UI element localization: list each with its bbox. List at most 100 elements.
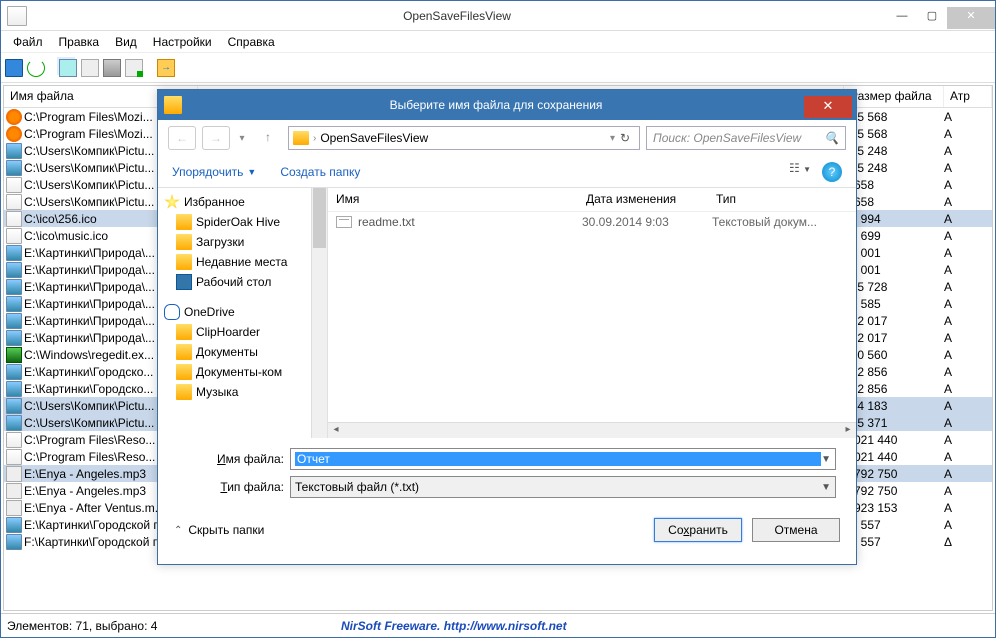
menu-file[interactable]: Файл [5,33,51,51]
help-button[interactable]: ? [822,162,842,182]
text-file-icon [336,216,352,228]
folder-icon [176,234,192,250]
nirsoft-link[interactable]: NirSoft Freeware. http://www.nirsoft.net [341,619,567,633]
cancel-button[interactable]: Отмена [752,518,840,542]
nav-recent-dropdown[interactable]: ▾ [236,133,248,144]
nav-back-button[interactable]: ← [168,126,196,150]
tree-item[interactable]: Документы [158,342,327,362]
file-size: 275 568 [844,127,944,141]
file-list-hscrollbar[interactable]: ◂ ▸ [328,422,856,438]
file-attr: A [944,195,992,209]
file-attr: A [944,110,992,124]
dialog-icon [164,96,182,114]
flcol-type[interactable]: Тип [708,188,744,211]
dialog-titlebar[interactable]: Выберите имя файла для сохранения ✕ [158,90,856,120]
tree-item[interactable]: Рабочий стол [158,272,327,292]
organize-dropdown-icon[interactable]: ▼ [247,167,256,177]
options-icon[interactable] [125,59,143,77]
file-size: 1 021 440 [844,450,944,464]
filetype-select[interactable]: Текстовый файл (*.txt) ▼ [290,476,836,498]
search-input[interactable]: Поиск: OpenSaveFilesView 🔍 [646,126,846,150]
search-placeholder: Поиск: OpenSaveFilesView [653,131,801,145]
file-size: 122 856 [844,365,944,379]
file-attr: A [944,467,992,481]
file-list[interactable]: Имя Дата изменения Тип readme.txt 30.09.… [328,188,856,438]
file-icon [6,126,22,142]
tree-item[interactable]: Загрузки [158,232,327,252]
search-icon[interactable]: 🔍 [824,131,839,145]
view-mode-button[interactable]: ☷ ▼ [788,161,812,183]
save-button[interactable]: Сохранить [654,518,742,542]
status-label: Элементов: 71, выбрано: 4 [7,619,157,633]
breadcrumb-segment[interactable]: OpenSaveFilesView [316,131,432,145]
tree-item[interactable]: Недавние места [158,252,327,272]
menu-view[interactable]: Вид [107,33,145,51]
breadcrumb[interactable]: › OpenSaveFilesView ▾ ↻ [288,126,640,150]
flcol-name[interactable]: Имя [328,188,578,211]
new-folder-button[interactable]: Создать папку [280,165,360,179]
scroll-left-icon[interactable]: ◂ [328,423,344,438]
save-icon[interactable] [5,59,23,77]
file-attr: A [944,246,992,260]
file-icon [6,483,22,499]
nav-forward-button[interactable]: → [202,126,230,150]
chevron-down-icon[interactable]: ▼ [821,454,831,465]
file-icon [6,160,22,176]
file-list-row[interactable]: readme.txt 30.09.2014 9:03 Текстовый док… [328,212,856,232]
chevron-down-icon[interactable]: ▼ [821,482,831,493]
folder-tree[interactable]: Избранное SpiderOak Hive Загрузки Недавн… [158,188,328,438]
tree-favorites[interactable]: Избранное [158,192,327,212]
organize-button[interactable]: Упорядочить [172,165,243,179]
file-size: 99 994 [844,212,944,226]
file-size: 5 792 750 [844,467,944,481]
file-icon [6,517,22,533]
statusbar: Элементов: 71, выбрано: 4 NirSoft Freewa… [1,613,995,637]
folder-icon [176,344,192,360]
nav-up-button[interactable]: ↑ [254,126,282,150]
col-attr[interactable]: Атр [944,86,992,107]
dialog-navbar: ← → ▾ ↑ › OpenSaveFilesView ▾ ↻ Поиск: O… [158,120,856,156]
file-icon [6,347,22,363]
file-attr: A [944,399,992,413]
file-icon [6,177,22,193]
menu-help[interactable]: Справка [220,33,283,51]
tree-item[interactable]: Музыка [158,382,327,402]
scroll-right-icon[interactable]: ▸ [840,423,856,438]
file-size: 88 557 [844,535,944,549]
file-icon [6,432,22,448]
file-attr: A [944,382,992,396]
copy2-icon[interactable] [81,59,99,77]
tree-item[interactable]: SpiderOak Hive [158,212,327,232]
filename-input[interactable]: Отчет ▼ [290,448,836,470]
col-filesize[interactable]: Размер файла [844,86,944,107]
flcol-date[interactable]: Дата изменения [578,188,708,211]
copy-icon[interactable] [59,59,77,77]
dialog-fields: Имя файла: Отчет ▼ Тип файла: Текстовый … [158,438,856,510]
expand-icon[interactable]: ⌃ [174,525,182,536]
file-attr: A [944,484,992,498]
menu-edit[interactable]: Правка [51,33,108,51]
properties-icon[interactable] [103,59,121,77]
dialog-close-button[interactable]: ✕ [804,96,852,118]
minimize-button[interactable]: — [887,7,917,29]
tree-scrollbar-thumb[interactable] [313,188,326,248]
file-icon [6,194,22,210]
menu-settings[interactable]: Настройки [145,33,220,51]
tree-onedrive[interactable]: OneDrive [158,302,327,322]
tree-scrollbar[interactable] [311,188,327,438]
refresh-icon[interactable] [27,59,45,77]
tree-item[interactable]: ClipHoarder [158,322,327,342]
maximize-button[interactable]: ▢ [917,7,947,29]
close-button[interactable]: ✕ [947,7,995,29]
breadcrumb-refresh-icon[interactable]: ↻ [615,131,635,145]
folder-icon [176,214,192,230]
exit-icon[interactable] [157,59,175,77]
hide-folders-link[interactable]: Скрыть папки [188,523,264,537]
file-size: 88 557 [844,518,944,532]
file-icon [6,296,22,312]
file-icon [6,313,22,329]
tree-item[interactable]: Документы-ком [158,362,327,382]
file-size: 175 248 [844,144,944,158]
file-size: 6 658 [844,178,944,192]
main-titlebar[interactable]: OpenSaveFilesView — ▢ ✕ [1,1,995,31]
